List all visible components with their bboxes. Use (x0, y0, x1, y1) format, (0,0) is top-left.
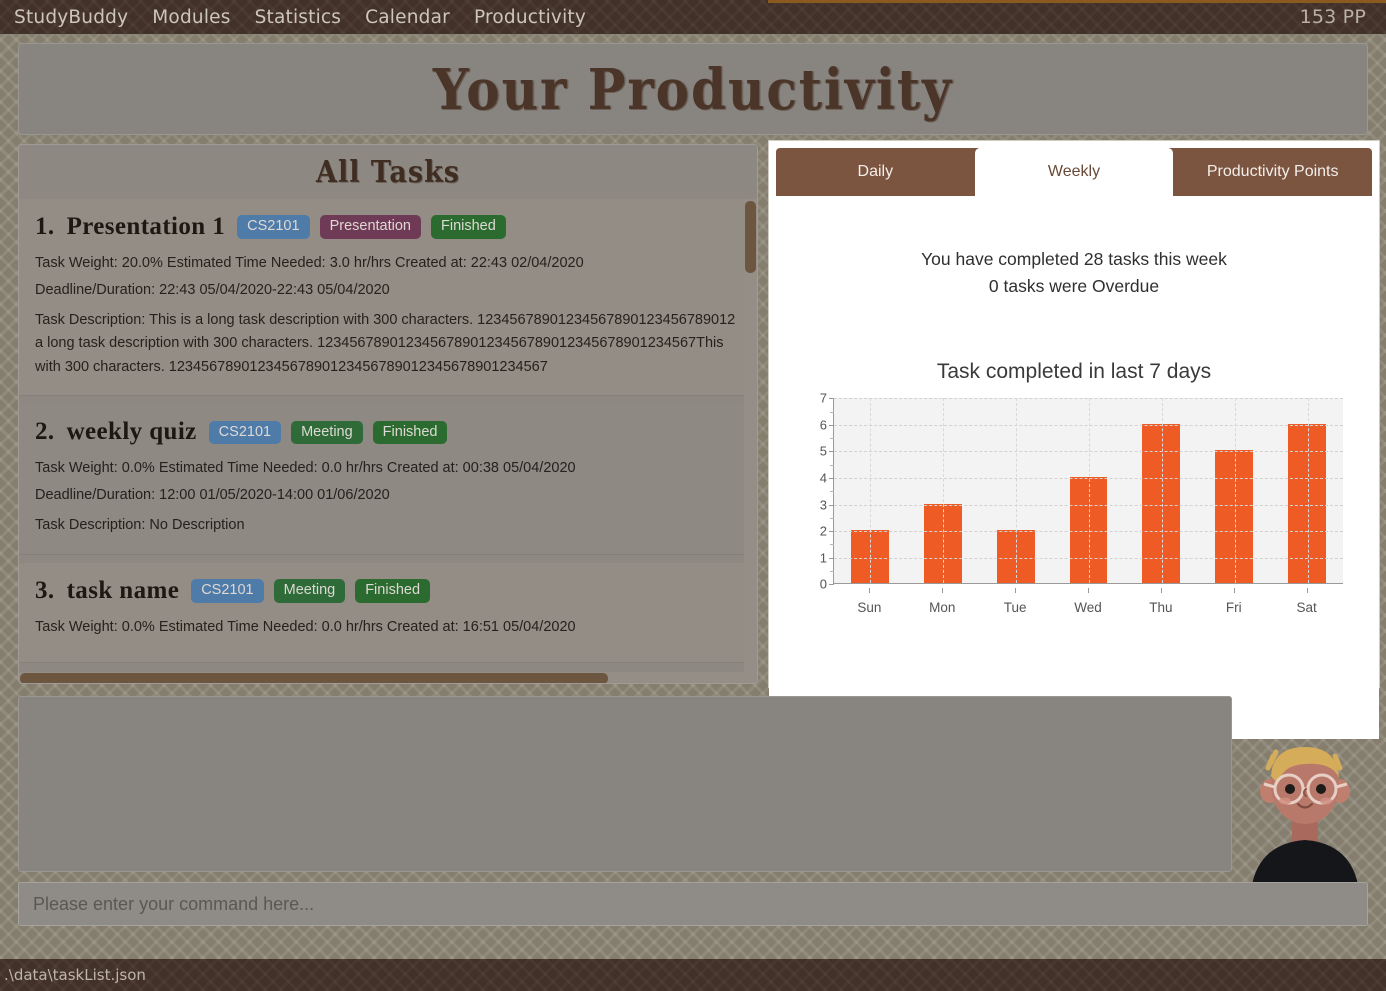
task-index: 2. (35, 418, 55, 446)
chart-y-tick-mark (829, 531, 834, 533)
avatar (1240, 734, 1370, 902)
task-meta: Task Weight: 0.0% Estimated Time Needed:… (35, 618, 576, 635)
chart-vertical-gridline (870, 398, 872, 584)
chart-vertical-gridline (1161, 398, 1163, 584)
task-deadline: Deadline/Duration: 22:43 05/04/2020-22:4… (35, 282, 390, 298)
page-title: Your Productivity (432, 55, 954, 123)
menu-item-modules[interactable]: Modules (152, 7, 230, 28)
chart-x-tick-mark (1015, 588, 1017, 594)
task-header: 1. Presentation 1 CS2101 Presentation Fi… (35, 213, 743, 241)
tasks-completed-bar-chart: 01234567 Sun Mon Tue Wed Thu Fri Sat (805, 391, 1343, 618)
statistics-body: You have completed 28 tasks this week 0 … (769, 246, 1379, 739)
task-tag-type[interactable]: Meeting (291, 420, 363, 445)
task-description: Task Description: No Description (35, 517, 245, 534)
all-tasks-panel: All Tasks 1. Presentation 1 CS2101 Prese… (18, 144, 758, 684)
menu-item-calendar[interactable]: Calendar (365, 7, 450, 28)
task-meta: Task Weight: 0.0% Estimated Time Needed:… (35, 460, 576, 477)
page-body: Your Productivity All Tasks 1. Presentat… (0, 34, 1386, 959)
chart-title: Task completed in last 7 days (936, 360, 1212, 384)
status-bar: .\data\taskList.json (0, 959, 1386, 991)
task-header: 2. weekly quiz CS2101 Meeting Finished (35, 418, 743, 446)
task-list-item[interactable]: 3. task name CS2101 Meeting Finished Tas… (19, 562, 757, 663)
chart-y-tick-mark (829, 477, 834, 479)
chart-x-tick-mark (869, 588, 871, 594)
chart-y-tick-mark (829, 584, 834, 586)
chart-x-tick-mark (942, 588, 944, 594)
chart-vertical-gridline (1016, 398, 1018, 584)
chart-y-minor-tick (830, 517, 834, 519)
chart-x-tick-mark (1306, 588, 1308, 594)
all-tasks-title: All Tasks (316, 154, 460, 190)
chart-vertical-gridline (943, 398, 945, 584)
chart-plot-area: 01234567 (820, 391, 1343, 592)
chart-vertical-gridline (1307, 398, 1309, 584)
command-input[interactable]: Please enter your command here... (18, 882, 1368, 926)
chart-vertical-gridline (1089, 398, 1090, 584)
output-result-box (18, 696, 1232, 872)
avatar-illustration (1250, 747, 1360, 902)
task-list-horizontal-scrollbar[interactable] (19, 672, 757, 683)
chart-y-minor-tick (830, 438, 834, 440)
chart-y-tick-mark (829, 424, 834, 426)
task-list-vertical-scrollbar-thumb[interactable] (745, 201, 756, 273)
task-tag-module[interactable]: CS2101 (191, 579, 264, 603)
task-tag-status[interactable]: Finished (372, 420, 448, 445)
chart-vertical-gridline (1234, 398, 1236, 584)
menu-item-statistics[interactable]: Statistics (255, 7, 342, 28)
task-index: 3. (35, 576, 55, 604)
chart-y-tick-mark (829, 504, 834, 506)
chart-y-minor-tick (830, 464, 834, 466)
task-tag-status[interactable]: Finished (430, 215, 506, 239)
task-header: 3. task name CS2101 Meeting Finished (35, 577, 743, 605)
task-tag-type[interactable]: Presentation (319, 215, 421, 239)
chart-x-tick-mark (1233, 588, 1235, 594)
task-list-vertical-scrollbar[interactable] (744, 199, 757, 683)
task-list-item[interactable]: 1. Presentation 1 CS2101 Presentation Fi… (19, 199, 757, 397)
tab-weekly[interactable]: Weekly (974, 148, 1174, 196)
summary-overdue-line: 0 tasks were Overdue (988, 276, 1160, 297)
task-list[interactable]: 1. Presentation 1 CS2101 Presentation Fi… (19, 199, 757, 683)
menu-item-productivity[interactable]: Productivity (474, 7, 586, 28)
page-header-card: Your Productivity (18, 43, 1368, 135)
chart-y-tick-mark (829, 557, 834, 559)
chart-y-minor-tick (830, 411, 834, 413)
chart-x-axis-labels: Sun Mon Tue Wed Thu Fri Sat (833, 588, 1343, 615)
task-index: 1. (35, 213, 55, 240)
task-title: task name (66, 576, 180, 604)
status-bar-path: .\data\taskList.json (4, 966, 146, 984)
chart-y-tick-mark (829, 398, 834, 400)
tab-productivity-points[interactable]: Productivity Points (1173, 148, 1372, 196)
task-deadline: Deadline/Duration: 12:00 01/05/2020-14:0… (35, 487, 390, 504)
task-title: weekly quiz (66, 418, 197, 446)
task-tag-module[interactable]: CS2101 (208, 420, 282, 445)
chart-y-minor-tick (830, 544, 834, 546)
weekly-summary: You have completed 28 tasks this week 0 … (781, 246, 1367, 300)
productivity-points-label: 153 PP (1299, 6, 1366, 28)
chart-y-minor-tick (830, 491, 834, 493)
all-tasks-header: All Tasks (19, 145, 757, 199)
application-window: StudyBuddy Modules Statistics Calendar P… (0, 0, 1386, 991)
command-input-placeholder: Please enter your command here... (33, 893, 315, 914)
menu-bar: StudyBuddy Modules Statistics Calendar P… (0, 0, 1386, 34)
task-list-horizontal-scrollbar-thumb[interactable] (20, 673, 608, 683)
menu-item-studybuddy[interactable]: StudyBuddy (14, 7, 128, 28)
task-tag-type[interactable]: Meeting (273, 579, 346, 603)
task-title: Presentation 1 (66, 213, 226, 240)
chart-x-tick-mark (1088, 588, 1089, 594)
task-list-item[interactable]: 2. weekly quiz CS2101 Meeting Finished T… (19, 404, 757, 555)
menubar-accent-line (768, 0, 1386, 3)
chart-y-minor-tick (830, 570, 834, 572)
task-description: Task Description: This is a long task de… (35, 312, 736, 375)
statistics-tabs: Daily Weekly Productivity Points (776, 148, 1372, 196)
task-meta: Task Weight: 20.0% Estimated Time Needed… (35, 255, 584, 271)
chart-y-tick-mark (829, 451, 834, 453)
tab-daily[interactable]: Daily (776, 148, 975, 196)
chart-x-tick-mark (1160, 588, 1162, 594)
summary-completed-line: You have completed 28 tasks this week (921, 249, 1227, 269)
task-tag-status[interactable]: Finished (355, 579, 431, 603)
task-tag-module[interactable]: CS2101 (237, 215, 310, 239)
statistics-panel: Daily Weekly Productivity Points You hav… (768, 140, 1380, 739)
